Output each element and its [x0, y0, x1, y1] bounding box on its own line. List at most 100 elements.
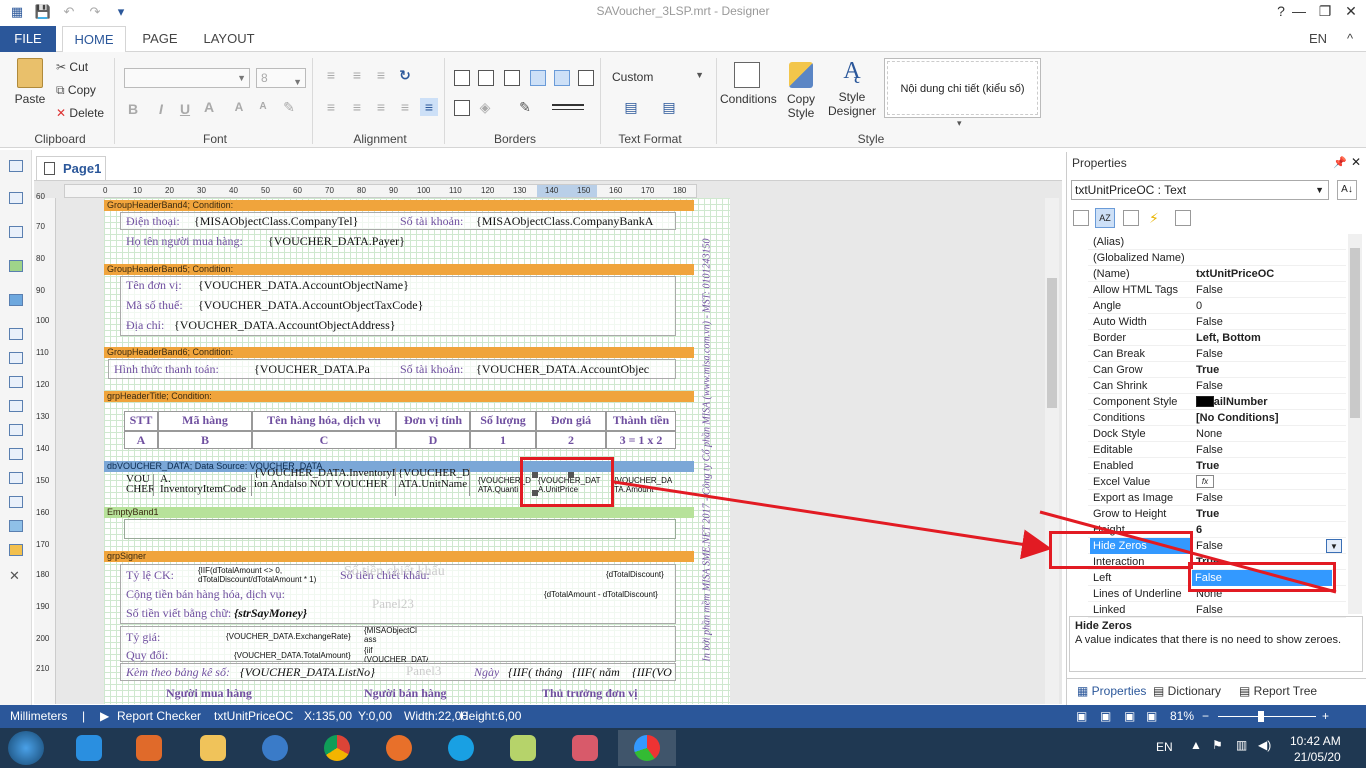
delete-button[interactable]: ✕ Delete	[56, 106, 104, 120]
taskbar-snipping[interactable]	[556, 730, 614, 766]
alphabetical-icon[interactable]: AZ	[1095, 208, 1115, 228]
toolbox-richtext-icon[interactable]	[9, 192, 23, 204]
copy-style-button[interactable]: Copy Style	[780, 62, 822, 120]
col-header-stt[interactable]: STT	[124, 411, 158, 431]
band-group-header-5[interactable]: GroupHeaderBand5; Condition:	[104, 264, 694, 275]
property-value[interactable]: DetailNumber	[1196, 394, 1341, 410]
sum-value[interactable]: {dTotalAmount - dTotalDiscount}	[544, 590, 658, 599]
bank-label[interactable]: Số tài khoản:	[400, 214, 463, 229]
border-style-icon[interactable]	[552, 104, 584, 110]
band-group-header-4[interactable]: GroupHeaderBand4; Condition:	[104, 200, 694, 211]
data-cell-stt[interactable]: VOU CHER	[126, 474, 154, 496]
multi-page-icon[interactable]: ▣	[1146, 705, 1157, 728]
selection-handle[interactable]	[532, 472, 538, 478]
property-pages-icon[interactable]	[1175, 210, 1191, 226]
whole-page-icon[interactable]: ▣	[1124, 705, 1135, 728]
tab-page[interactable]: PAGE	[132, 26, 188, 52]
tray-date[interactable]: 21/05/20	[1294, 750, 1341, 764]
tray-volume-icon[interactable]: ◀)	[1258, 738, 1271, 752]
property-row[interactable]: Grow to Height True	[1088, 506, 1346, 522]
property-row[interactable]: Allow HTML Tags False	[1088, 282, 1346, 298]
page-view-icon[interactable]: ▣	[1076, 705, 1087, 728]
tab-page1[interactable]: Page1	[36, 156, 106, 180]
discount-rate-label[interactable]: Tỷ lệ CK:	[126, 568, 174, 583]
toolbox-shape-icon[interactable]	[9, 472, 23, 484]
property-value[interactable]: txtUnitPriceOC	[1196, 266, 1341, 282]
align-bottom-icon[interactable]: ≡	[372, 66, 390, 84]
property-row[interactable]: Conditions [No Conditions]	[1088, 410, 1346, 426]
property-row[interactable]: Dock Style None	[1088, 426, 1346, 442]
border-all-icon[interactable]	[454, 70, 470, 86]
property-value[interactable]: False	[1196, 346, 1341, 362]
properties-scrollbar[interactable]	[1348, 234, 1362, 614]
tax-value[interactable]: {VOUCHER_DATA.AccountObjectTaxCode}	[198, 298, 423, 313]
tab-file[interactable]: FILE	[0, 26, 56, 52]
align-right-icon[interactable]: ≡	[372, 98, 390, 116]
data-cell-name[interactable]: {VOUCHER_DATA.InventoryItemName} ion And…	[254, 468, 396, 496]
col-header-unit[interactable]: Đơn vị tính	[396, 411, 470, 431]
col-header-amount[interactable]: Thành tiền	[606, 411, 676, 431]
property-row[interactable]: Auto Width False	[1088, 314, 1346, 330]
font-family-combo[interactable]: ▼	[124, 68, 250, 88]
selection-handle[interactable]	[568, 472, 574, 478]
paste-button[interactable]: Paste	[10, 58, 50, 106]
style-gallery-item[interactable]: Nội dung chi tiết (kiểu số)	[887, 61, 1038, 115]
object-selector[interactable]: txtUnitPriceOC : Text ▼	[1071, 180, 1329, 200]
data-cell-amount[interactable]: {VOUCHER_DA TA.Amount	[614, 476, 674, 496]
address-value[interactable]: {VOUCHER_DATA.AccountObjectAddress}	[174, 318, 396, 333]
report-checker-button[interactable]: Report Checker	[117, 705, 201, 728]
empty-band-row[interactable]	[124, 519, 676, 539]
text-format-combo[interactable]: Custom ▼	[612, 70, 706, 84]
units-selector[interactable]: Millimeters	[10, 705, 67, 728]
zoom-in-icon[interactable]: +	[1322, 705, 1329, 728]
word-wrap-icon[interactable]: ≡	[420, 98, 438, 116]
property-row[interactable]: Can Grow True	[1088, 362, 1346, 378]
border-left-icon[interactable]	[504, 70, 520, 86]
col-code-1[interactable]: 1	[470, 431, 536, 449]
words-value[interactable]: {strSayMoney}	[234, 606, 307, 621]
exchange-label[interactable]: Tỷ giá:	[126, 630, 160, 645]
property-row[interactable]: Editable False	[1088, 442, 1346, 458]
tray-arrow-icon[interactable]: ▲	[1190, 738, 1202, 752]
data-cell-unit[interactable]: {VOUCHER_D ATA.UnitName	[398, 468, 470, 496]
tab-properties[interactable]: ▦ Properties	[1073, 683, 1151, 699]
pin-icon[interactable]: 📌	[1333, 156, 1347, 169]
property-value[interactable]: False	[1196, 490, 1341, 506]
property-value[interactable]: False	[1196, 602, 1341, 618]
shrink-font-icon[interactable]: A	[254, 98, 272, 116]
font-color-icon[interactable]: A	[200, 98, 218, 116]
tray-language[interactable]: EN	[1156, 740, 1173, 754]
date-day[interactable]: {IIF( tháng	[508, 665, 564, 680]
toolbox-image-icon[interactable]	[9, 260, 23, 272]
property-row[interactable]: Component Style DetailNumber	[1088, 394, 1346, 410]
toolbox-tools-icon[interactable]: ✕	[9, 569, 23, 582]
exchange-value[interactable]: {VOUCHER_DATA.ExchangeRate}	[226, 632, 351, 641]
band-signer[interactable]: grpSigner	[104, 551, 694, 562]
exchange-class[interactable]: {MISAObjectCl ass	[364, 626, 428, 644]
close-button[interactable]: ✕	[1334, 0, 1366, 22]
col-header-price[interactable]: Đơn giá	[536, 411, 606, 431]
convert-iif[interactable]: {iif (VOUCHER_DATA	[364, 646, 428, 662]
toolbox-text-icon[interactable]	[9, 160, 23, 172]
taskbar-misa[interactable]	[618, 730, 676, 766]
unit-label[interactable]: Tên đơn vị:	[126, 278, 182, 293]
seller-signature[interactable]: Người bán hàng	[364, 686, 447, 701]
language-selector[interactable]: EN	[1300, 26, 1336, 52]
phone-label[interactable]: Điện thoại:	[126, 214, 180, 229]
col-header-code[interactable]: Mã hàng	[158, 411, 252, 431]
bank-value[interactable]: {MISAObjectClass.CompanyBankA	[476, 214, 672, 229]
col-code-2[interactable]: 2	[536, 431, 606, 449]
rotate-text-icon[interactable]: ↻	[396, 66, 414, 84]
property-value[interactable]: False	[1196, 314, 1341, 330]
font-size-combo[interactable]: 8 ▼	[256, 68, 306, 88]
property-value[interactable]: True	[1196, 458, 1341, 474]
account-value[interactable]: {VOUCHER_DATA.AccountObjec	[476, 362, 674, 377]
toolbox-picture-icon[interactable]	[9, 520, 23, 532]
unit-value[interactable]: {VOUCHER_DATA.AccountObjectName}	[198, 278, 409, 293]
zoom-out-icon[interactable]: −	[1202, 705, 1209, 728]
categorized-icon[interactable]	[1073, 210, 1089, 226]
taskbar-explorer[interactable]	[184, 730, 242, 766]
canvas-scrollbar[interactable]	[1045, 198, 1059, 704]
toolbox-barcode-icon[interactable]	[9, 496, 23, 508]
zoom-slider[interactable]	[1218, 716, 1316, 717]
